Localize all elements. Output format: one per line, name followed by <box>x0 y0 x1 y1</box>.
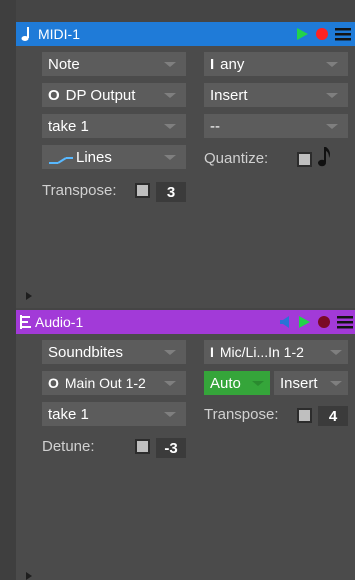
midi-display-mode-value: Lines <box>76 148 112 166</box>
audio-insert-value: Insert <box>280 374 318 392</box>
automation-mode-select[interactable]: Auto <box>204 371 270 395</box>
midi-insert-value: Insert <box>210 86 248 104</box>
midi-output-value: DP Output <box>65 86 136 104</box>
audio-transpose-value[interactable]: 4 <box>318 406 348 426</box>
midi-track-name[interactable]: MIDI-1 <box>38 26 80 42</box>
audio-insert-select[interactable]: Insert <box>274 371 348 395</box>
midi-note-select[interactable]: Note <box>42 52 186 76</box>
audio-track-titlebar[interactable]: Audio-1 <box>16 310 355 334</box>
audio-soundbites-select[interactable]: Soundbites <box>42 340 186 364</box>
chevron-down-icon <box>326 93 338 98</box>
lines-icon <box>48 152 74 164</box>
detune-value[interactable]: -3 <box>156 438 186 458</box>
chevron-down-icon <box>164 350 176 355</box>
automation-mode-value: Auto <box>210 374 241 392</box>
audio-transpose-checkbox[interactable] <box>297 408 312 423</box>
detune-label: Detune: <box>42 438 95 455</box>
midi-note-value: Note <box>48 55 80 73</box>
output-indicator-icon: O <box>48 86 60 104</box>
input-indicator-icon: I <box>210 55 215 73</box>
chevron-down-icon <box>326 124 338 129</box>
speaker-icon[interactable] <box>279 315 291 329</box>
chevron-down-icon <box>164 381 176 386</box>
midi-track-panel: MIDI-1 Note I any O DP Output Insert tak… <box>16 22 355 308</box>
record-icon[interactable] <box>317 315 331 329</box>
input-indicator-icon: I <box>210 344 214 360</box>
music-note-icon <box>20 26 32 42</box>
chevron-down-icon <box>164 62 176 67</box>
midi-take-value: take 1 <box>48 117 89 135</box>
record-icon[interactable] <box>315 27 329 41</box>
hamburger-menu-icon[interactable] <box>337 315 353 329</box>
midi-insert-select[interactable]: Insert <box>204 83 348 107</box>
audio-track-name[interactable]: Audio-1 <box>35 314 83 330</box>
audio-input-select[interactable]: I Mic/Li...In 1-2 <box>204 340 348 364</box>
audio-track-body: Soundbites I Mic/Li...In 1-2 O Main Out … <box>16 334 355 580</box>
midi-transpose-checkbox[interactable] <box>135 183 150 198</box>
midi-transpose-label: Transpose: <box>42 182 117 199</box>
midi-dash-select[interactable]: -- <box>204 114 348 138</box>
chevron-down-icon <box>330 350 342 355</box>
chevron-down-icon <box>164 155 176 160</box>
quantize-label: Quantize: <box>204 150 269 167</box>
midi-channel-select[interactable]: I any <box>204 52 348 76</box>
audio-track-icon <box>19 314 33 330</box>
tracks-inspector: MIDI-1 Note I any O DP Output Insert tak… <box>0 0 355 580</box>
collapse-arrow-icon[interactable] <box>26 572 32 580</box>
midi-transpose-value[interactable]: 3 <box>156 182 186 202</box>
midi-take-select[interactable]: take 1 <box>42 114 186 138</box>
chevron-down-icon <box>164 93 176 98</box>
audio-take-value: take 1 <box>48 405 89 423</box>
audio-output-value: Main Out 1-2 <box>64 375 146 391</box>
midi-dash-value: -- <box>210 117 220 135</box>
midi-output-select[interactable]: O DP Output <box>42 83 186 107</box>
midi-track-titlebar[interactable]: MIDI-1 <box>16 22 355 46</box>
collapse-arrow-icon[interactable] <box>26 292 32 300</box>
chevron-down-icon <box>252 381 264 386</box>
left-gutter <box>0 0 16 580</box>
chevron-down-icon <box>326 62 338 67</box>
hamburger-menu-icon[interactable] <box>335 27 351 41</box>
chevron-down-icon <box>164 412 176 417</box>
audio-transpose-label: Transpose: <box>204 406 279 423</box>
audio-soundbites-value: Soundbites <box>48 343 124 361</box>
eighth-note-icon <box>318 146 332 173</box>
midi-display-mode-select[interactable]: Lines <box>42 145 186 169</box>
audio-track-panel: Audio-1 Soundbites I Mic/Li...In 1-2 O M… <box>16 310 355 580</box>
output-indicator-icon: O <box>48 375 59 391</box>
audio-output-select[interactable]: O Main Out 1-2 <box>42 371 186 395</box>
detune-checkbox[interactable] <box>135 439 150 454</box>
play-icon[interactable] <box>295 27 309 41</box>
audio-take-select[interactable]: take 1 <box>42 402 186 426</box>
chevron-down-icon <box>164 124 176 129</box>
play-icon[interactable] <box>297 315 311 329</box>
chevron-down-icon <box>330 381 342 386</box>
audio-input-value: Mic/Li...In 1-2 <box>219 344 304 360</box>
quantize-checkbox[interactable] <box>297 152 312 167</box>
midi-channel-value: any <box>220 55 245 73</box>
midi-track-body: Note I any O DP Output Insert take 1 -- … <box>16 46 355 308</box>
